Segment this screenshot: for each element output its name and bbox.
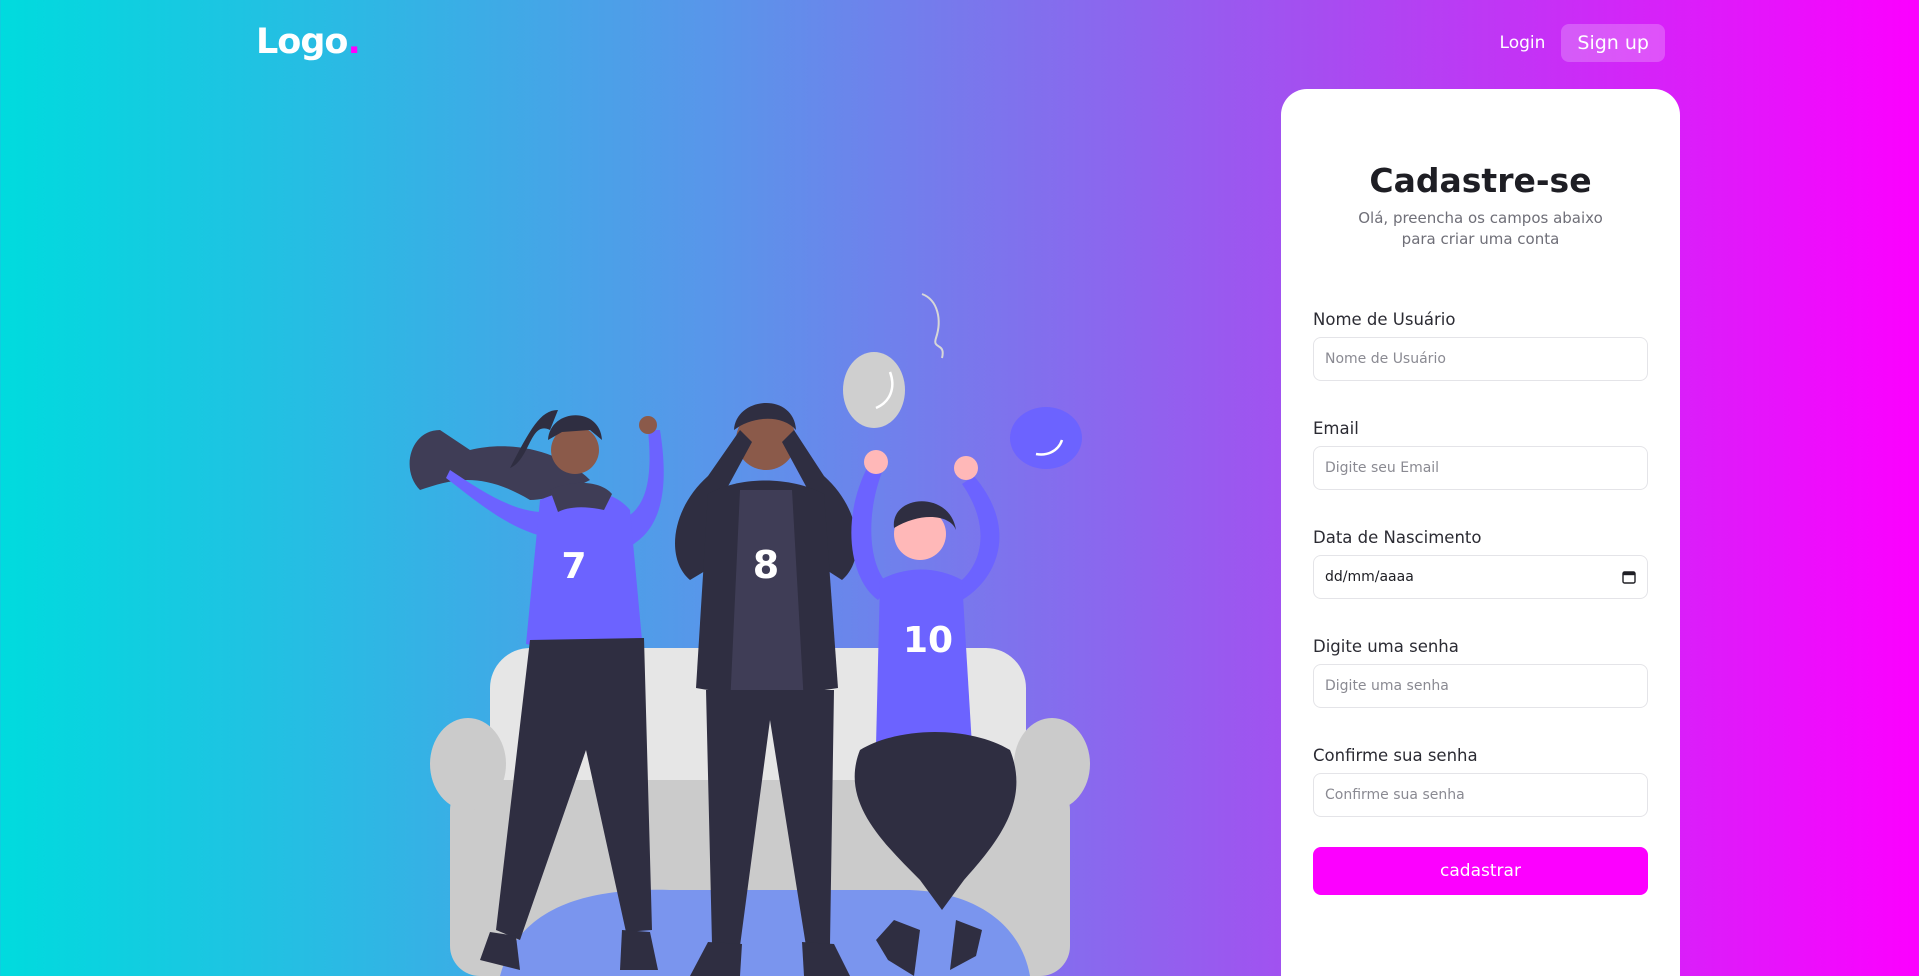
password-label: Digite uma senha [1313,637,1459,656]
password-input[interactable]: Digite uma senha [1313,664,1648,708]
friends-celebrating-illustration: 7 8 10 [409,293,1090,976]
confirm-password-placeholder: Confirme sua senha [1325,787,1465,803]
username-placeholder: Nome de Usuário [1325,351,1446,367]
password-placeholder: Digite uma senha [1325,678,1449,694]
password-field-group: Digite uma senha Digite uma senha [1313,637,1648,708]
blue-balloon [1010,407,1082,469]
username-field-group: Nome de Usuário Nome de Usuário [1313,310,1648,381]
birthdate-label: Data de Nascimento [1313,528,1482,547]
calendar-icon[interactable] [1622,570,1636,584]
sofa-arm-right [1014,718,1090,810]
form-subtitle: Olá, preencha os campos abaixo para cria… [1358,209,1603,248]
jersey-number-7: 7 [561,546,586,587]
login-link[interactable]: Login [1500,33,1546,53]
person-10-hand-left [864,450,888,474]
form-title: Cadastre-se [1369,161,1592,200]
confirm-password-field-group: Confirme sua senha Confirme sua senha [1313,746,1648,817]
person-10-sweater [876,569,972,754]
username-label: Nome de Usuário [1313,310,1456,329]
signup-button[interactable]: Sign up [1561,24,1665,62]
person-8-shirt [730,490,804,706]
email-field-group: Email Digite seu Email [1313,419,1648,490]
birthdate-field-group: Data de Nascimento dd/mm/aaaa [1313,528,1648,599]
logo[interactable]: Logo. [256,22,361,62]
email-label: Email [1313,419,1359,438]
person-10-hand-right [954,456,978,480]
person-7-hand-right [639,416,657,434]
top-nav: Login Sign up [1500,24,1665,62]
confirm-password-input[interactable]: Confirme sua senha [1313,773,1648,817]
confirm-password-label: Confirme sua senha [1313,746,1478,765]
grey-balloon [843,352,905,428]
birthdate-value: dd/mm/aaaa [1325,569,1414,585]
email-input[interactable]: Digite seu Email [1313,446,1648,490]
logo-text: Logo [256,22,348,62]
sofa-arm-left [430,718,506,810]
signup-card: Cadastre-se Olá, preencha os campos abai… [1281,89,1680,976]
submit-button[interactable]: cadastrar [1313,847,1648,895]
logo-dot: . [347,22,360,62]
email-placeholder: Digite seu Email [1325,460,1440,476]
sofa-front-shadow [500,889,1030,976]
username-input[interactable]: Nome de Usuário [1313,337,1648,381]
birthdate-input[interactable]: dd/mm/aaaa [1313,555,1648,599]
form-fields: Nome de Usuário Nome de Usuário Email Di… [1313,310,1648,817]
jersey-number-8: 8 [753,543,779,587]
jersey-number-10: 10 [903,620,953,661]
balloon-string [921,293,944,359]
